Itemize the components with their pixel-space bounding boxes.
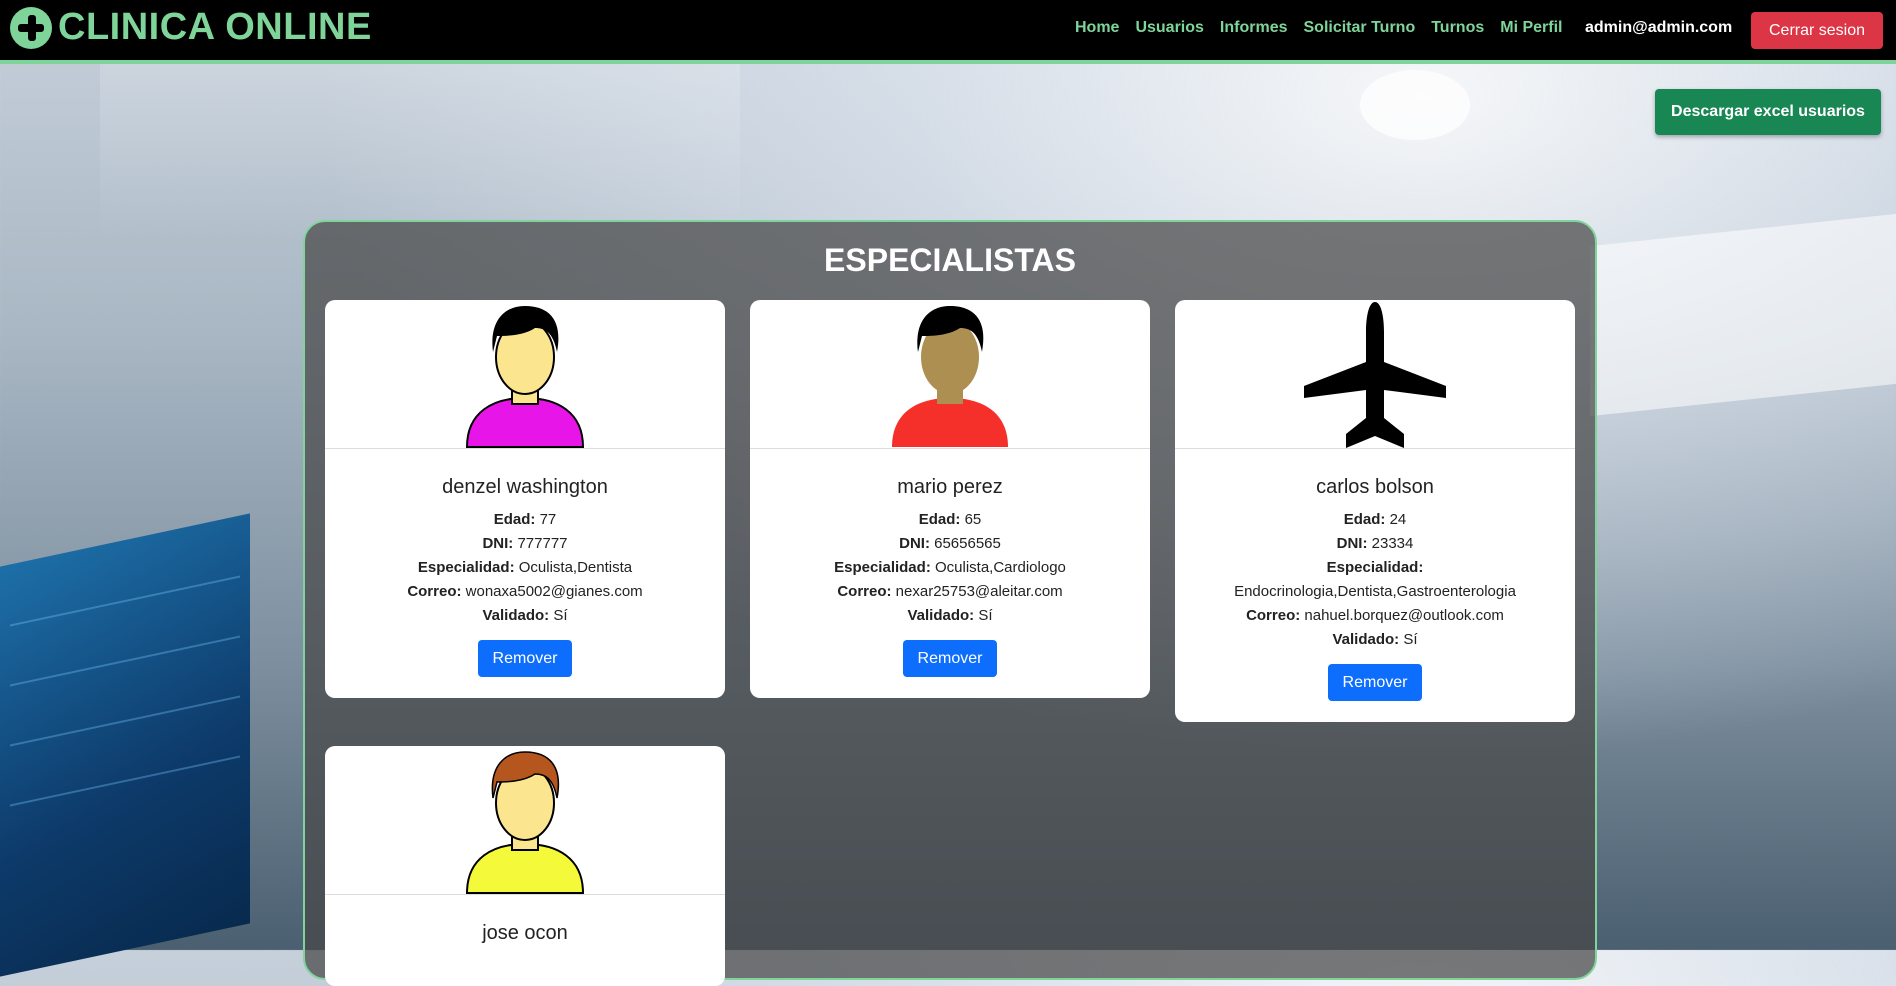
- airplane-icon: [1304, 302, 1446, 448]
- nav-link-usuarios[interactable]: Usuarios: [1135, 19, 1203, 37]
- dni-label: DNI:: [899, 535, 930, 552]
- validado-value: Sí: [1403, 631, 1418, 648]
- card-avatar-area: [325, 300, 725, 449]
- navbar: CLINICA ONLINE Home Usuarios Informes So…: [0, 0, 1896, 64]
- edad-label: Edad:: [493, 511, 536, 528]
- download-excel-button[interactable]: Descargar excel usuarios: [1655, 89, 1881, 135]
- dni-label: DNI:: [1336, 535, 1368, 552]
- edad-label: Edad:: [918, 511, 961, 528]
- dni-label: DNI:: [482, 535, 514, 552]
- card-avatar-area: [1175, 300, 1575, 449]
- especialidad-value: Oculista,Cardiologo: [934, 559, 1066, 576]
- specialists-panel: ESPECIALISTAS denzel washington Edad: 77…: [303, 220, 1597, 986]
- correo-value: nahuel.borquez@outlook.com: [1304, 607, 1504, 624]
- person-icon: [892, 306, 1008, 447]
- brand-title: CLINICA ONLINE: [58, 6, 372, 48]
- card-avatar-area: [750, 300, 1150, 449]
- specialist-info: Edad: 65 DNI: 65656565 Especialidad: Ocu…: [750, 508, 1150, 628]
- validado-label: Validado:: [482, 607, 550, 624]
- brand[interactable]: CLINICA ONLINE: [10, 6, 372, 49]
- medical-cross-icon: [10, 6, 52, 49]
- especialidad-value: Oculista,Dentista: [518, 559, 633, 576]
- dni-value: 65656565: [934, 535, 1001, 552]
- specialist-card: denzel washington Edad: 77 DNI: 777777 E…: [325, 300, 725, 698]
- edad-value: 77: [539, 511, 557, 528]
- correo-label: Correo:: [407, 583, 462, 600]
- remove-button[interactable]: Remover: [477, 640, 573, 677]
- user-email: admin@admin.com: [1585, 19, 1733, 36]
- correo-value: wonaxa5002@gianes.com: [465, 583, 643, 600]
- nav-link-turnos[interactable]: Turnos: [1431, 19, 1484, 37]
- logout-button[interactable]: Cerrar sesion: [1751, 12, 1883, 49]
- nav-link-informes[interactable]: Informes: [1220, 19, 1288, 37]
- especialidad-value: Endocrinologia,Dentista,Gastroenterologi…: [1234, 583, 1516, 600]
- dni-value: 23334: [1371, 535, 1414, 552]
- nav-link-home[interactable]: Home: [1075, 19, 1119, 37]
- remove-button[interactable]: Remover: [1327, 664, 1423, 701]
- correo-label: Correo:: [1246, 607, 1301, 624]
- nav-link-mi-perfil[interactable]: Mi Perfil: [1500, 19, 1562, 37]
- specialist-name: mario perez: [897, 476, 1003, 498]
- specialist-card: mario perez Edad: 65 DNI: 65656565 Espec…: [750, 300, 1150, 698]
- card-avatar-area: [325, 746, 725, 895]
- correo-label: Correo:: [837, 583, 892, 600]
- specialist-name: jose ocon: [482, 922, 568, 944]
- nav-link-solicitar-turno[interactable]: Solicitar Turno: [1304, 19, 1416, 37]
- specialist-card: jose ocon: [325, 746, 725, 986]
- edad-value: 24: [1389, 511, 1407, 528]
- especialidad-label: Especialidad:: [1326, 559, 1424, 576]
- specialist-info: Edad: 77 DNI: 777777 Especialidad: Oculi…: [325, 508, 725, 628]
- dni-value: 777777: [517, 535, 568, 552]
- nav-links: Home Usuarios Informes Solicitar Turno T…: [1075, 19, 1562, 37]
- validado-value: Sí: [978, 607, 993, 624]
- edad-value: 65: [964, 511, 982, 528]
- edad-label: Edad:: [1343, 511, 1386, 528]
- remove-button[interactable]: Remover: [902, 640, 998, 677]
- section-title: ESPECIALISTAS: [824, 242, 1076, 278]
- specialist-info: Edad: 24 DNI: 23334 Especialidad: Endocr…: [1175, 508, 1575, 652]
- validado-label: Validado:: [907, 607, 975, 624]
- person-icon: [465, 751, 585, 894]
- especialidad-label: Especialidad:: [834, 559, 931, 576]
- validado-value: Sí: [553, 607, 568, 624]
- validado-label: Validado:: [1332, 631, 1400, 648]
- specialist-card: carlos bolson Edad: 24 DNI: 23334 Especi…: [1175, 300, 1575, 722]
- specialist-name: denzel washington: [442, 476, 608, 498]
- specialist-name: carlos bolson: [1316, 476, 1434, 498]
- especialidad-label: Especialidad:: [417, 559, 515, 576]
- correo-value: nexar25753@aleitar.com: [895, 583, 1063, 600]
- person-icon: [465, 306, 585, 448]
